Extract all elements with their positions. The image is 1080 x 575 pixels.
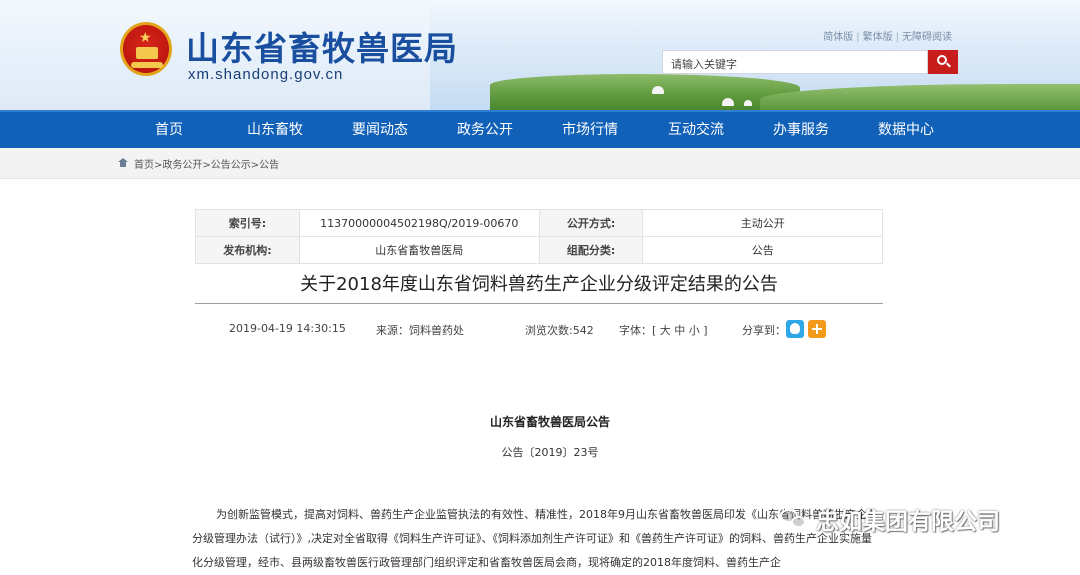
national-emblem-icon: ★ [120,22,172,76]
public-mode-value: 主动公开 [642,209,883,237]
yurt-image [722,98,734,106]
article-views: 浏览次数:542 [525,324,594,337]
main-nav: 首页 山东畜牧 要闻动态 政务公开 市场行情 互动交流 办事服务 数据中心 [0,110,1080,148]
category-label: 组配分类: [538,236,644,264]
category-value: 公告 [642,236,883,264]
nav-item-data-center[interactable]: 数据中心 [861,112,951,148]
share-label: 分享到： [742,324,786,337]
breadcrumb[interactable]: 首页>政务公开>公告公示>公告 [134,156,279,171]
index-value: 11370000004502198Q/2019-00670 [298,209,540,237]
wechat-icon [780,507,810,531]
link-accessibility[interactable]: 无障碍阅读 [902,32,952,43]
article-source: 来源：饲料兽药处 [376,324,464,337]
document-heading: 山东省畜牧兽医局公告 [489,415,610,429]
top-links: 简体版 | 繁体版 | 无障碍阅读 [823,32,952,43]
watermark: 忠如集团有限公司 [780,502,1050,536]
grassland-image [490,74,800,110]
share-more-icon[interactable] [808,320,826,338]
site-header: ★ 山东省畜牧兽医局 xm.shandong.gov.cn 简体版 | 繁体版 | 无障… [0,0,1080,110]
breadcrumb-bar: 首页>政务公开>公告公示>公告 [0,148,1080,179]
search-input[interactable]: 请输入关键字 [662,50,928,74]
index-label: 索引号: [195,209,300,237]
nav-item-interaction[interactable]: 互动交流 [651,112,741,148]
nav-item-shandong-livestock[interactable]: 山东畜牧 [230,112,320,148]
yurt-image [652,86,664,94]
site-title[interactable]: 山东省畜牧兽医局 [186,22,458,70]
home-icon [118,158,128,167]
search-button[interactable] [928,50,958,74]
article-datetime: 2019-04-19 14:30:15 [229,322,346,335]
title-divider [195,303,883,304]
nav-item-gov-affairs[interactable]: 政务公开 [440,112,530,148]
public-mode-label: 公开方式: [538,209,644,237]
watermark-text: 忠如集团有限公司 [816,509,1000,535]
article-title: 关于2018年度山东省饲料兽药生产企业分级评定结果的公告 [300,274,778,295]
font-size-switcher[interactable]: 字体：[ 大 中 小 ] [619,322,708,338]
share-qq-icon[interactable] [786,320,804,338]
nav-item-services[interactable]: 办事服务 [756,112,846,148]
nav-item-market[interactable]: 市场行情 [545,112,635,148]
link-simplified[interactable]: 简体版 [823,32,853,43]
nav-item-news[interactable]: 要闻动态 [335,112,425,148]
document-number: 公告〔2019〕23号 [501,446,599,459]
site-domain: xm.shandong.gov.cn [188,66,344,83]
publisher-value: 山东省畜牧兽医局 [298,236,540,264]
publisher-label: 发布机构: [195,236,300,264]
document-info-table: 索引号: 11370000004502198Q/2019-00670 公开方式:… [195,209,883,264]
yurt-image [744,100,752,106]
link-traditional[interactable]: 繁体版 [863,32,893,43]
article-paragraph: 为创新监管模式，提高对饲料、兽药生产企业监管执法的有效性、精准性，2018年9月… [192,508,878,569]
nav-item-home[interactable]: 首页 [124,112,214,148]
